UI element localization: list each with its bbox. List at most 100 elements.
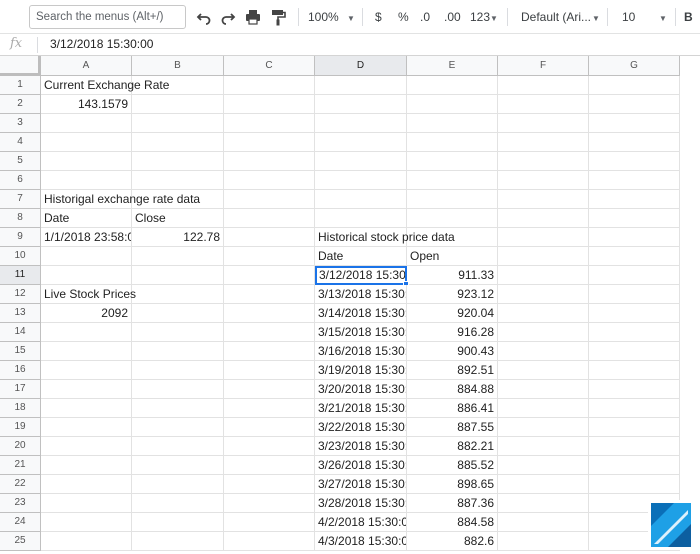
stock-open-cell[interactable]: 900.43	[407, 342, 498, 361]
column-header-a[interactable]: A	[41, 56, 132, 76]
cell-f13[interactable]	[498, 304, 589, 323]
cell-e3[interactable]	[407, 114, 498, 133]
stock-date-cell[interactable]: 3/13/2018 15:30:	[315, 285, 407, 304]
cell-e6[interactable]	[407, 171, 498, 190]
cell-c8[interactable]	[224, 209, 315, 228]
cell-d3[interactable]	[315, 114, 407, 133]
cell-b22[interactable]	[132, 475, 224, 494]
stock-history-title[interactable]: Historical stock price data	[315, 228, 455, 247]
cell-b25[interactable]	[132, 532, 224, 551]
cell-b21[interactable]	[132, 456, 224, 475]
column-header-g[interactable]: G	[589, 56, 680, 76]
row-header-14[interactable]: 14	[0, 323, 41, 342]
cell-g22[interactable]	[589, 475, 680, 494]
cell-g1[interactable]	[589, 76, 680, 95]
stock-date-cell[interactable]: 3/22/2018 15:30:	[315, 418, 407, 437]
row-header-15[interactable]: 15	[0, 342, 41, 361]
cell-a22[interactable]	[41, 475, 132, 494]
cell-c2[interactable]	[224, 95, 315, 114]
cell-c1[interactable]	[224, 76, 315, 95]
cell-a14[interactable]	[41, 323, 132, 342]
row-header-10[interactable]: 10	[0, 247, 41, 266]
cell-g13[interactable]	[589, 304, 680, 323]
cell-f6[interactable]	[498, 171, 589, 190]
cell-b23[interactable]	[132, 494, 224, 513]
font-size-chevron-down-icon[interactable]: ▼	[659, 8, 667, 26]
cell-c13[interactable]	[224, 304, 315, 323]
row-header-16[interactable]: 16	[0, 361, 41, 380]
cell-c15[interactable]	[224, 342, 315, 361]
stock-open-cell[interactable]: 920.04	[407, 304, 498, 323]
cell-c5[interactable]	[224, 152, 315, 171]
cell-f22[interactable]	[498, 475, 589, 494]
cell-c18[interactable]	[224, 399, 315, 418]
cell-f17[interactable]	[498, 380, 589, 399]
cell-g19[interactable]	[589, 418, 680, 437]
cell-b19[interactable]	[132, 418, 224, 437]
cell-c12[interactable]	[224, 285, 315, 304]
stock-date-cell[interactable]: 3/20/2018 15:30:	[315, 380, 407, 399]
stock-open-cell[interactable]: 887.36	[407, 494, 498, 513]
cell-f14[interactable]	[498, 323, 589, 342]
cell-a20[interactable]	[41, 437, 132, 456]
cell-a5[interactable]	[41, 152, 132, 171]
cell-a17[interactable]	[41, 380, 132, 399]
stock-open-cell[interactable]: 892.51	[407, 361, 498, 380]
cell-b6[interactable]	[132, 171, 224, 190]
cell-c10[interactable]	[224, 247, 315, 266]
cell-e7[interactable]	[407, 190, 498, 209]
stock-date-cell[interactable]: 3/15/2018 15:30:	[315, 323, 407, 342]
cell-a16[interactable]	[41, 361, 132, 380]
cell-c23[interactable]	[224, 494, 315, 513]
cell-a15[interactable]	[41, 342, 132, 361]
cell-f8[interactable]	[498, 209, 589, 228]
row-header-5[interactable]: 5	[0, 152, 41, 171]
cell-b16[interactable]	[132, 361, 224, 380]
cell-b20[interactable]	[132, 437, 224, 456]
cell-b11[interactable]	[132, 266, 224, 285]
cell-c3[interactable]	[224, 114, 315, 133]
cell-b10[interactable]	[132, 247, 224, 266]
stock-date-cell[interactable]: 3/16/2018 15:30:	[315, 342, 407, 361]
cell-d7[interactable]	[315, 190, 407, 209]
cell-f10[interactable]	[498, 247, 589, 266]
formula-input[interactable]: 3/12/2018 15:30:00	[50, 37, 153, 51]
row-header-7[interactable]: 7	[0, 190, 41, 209]
cell-f5[interactable]	[498, 152, 589, 171]
cell-c4[interactable]	[224, 133, 315, 152]
bold-button[interactable]: B	[684, 8, 693, 26]
cell-g18[interactable]	[589, 399, 680, 418]
row-header-3[interactable]: 3	[0, 114, 41, 133]
cell-f23[interactable]	[498, 494, 589, 513]
stock-date-cell[interactable]: 3/23/2018 15:30:	[315, 437, 407, 456]
cell-a21[interactable]	[41, 456, 132, 475]
decrease-decimals-button[interactable]: .0	[420, 8, 430, 26]
cell-b18[interactable]	[132, 399, 224, 418]
stock-open-cell[interactable]: 923.12	[407, 285, 498, 304]
stock-open-cell[interactable]: 884.88	[407, 380, 498, 399]
stock-date-cell[interactable]: 4/2/2018 15:30:0	[315, 513, 407, 532]
cell-c25[interactable]	[224, 532, 315, 551]
stock-open-cell[interactable]: 885.52	[407, 456, 498, 475]
cell-f3[interactable]	[498, 114, 589, 133]
cell-a10[interactable]	[41, 247, 132, 266]
percent-format-button[interactable]: %	[398, 8, 409, 26]
cell-f19[interactable]	[498, 418, 589, 437]
cell-g4[interactable]	[589, 133, 680, 152]
stock-open-header[interactable]: Open	[407, 247, 498, 266]
cell-c17[interactable]	[224, 380, 315, 399]
row-header-23[interactable]: 23	[0, 494, 41, 513]
cell-a19[interactable]	[41, 418, 132, 437]
row-header-6[interactable]: 6	[0, 171, 41, 190]
font-chevron-down-icon[interactable]: ▼	[592, 8, 600, 26]
cell-g14[interactable]	[589, 323, 680, 342]
paint-format-icon[interactable]	[270, 8, 286, 26]
cell-b24[interactable]	[132, 513, 224, 532]
cell-f20[interactable]	[498, 437, 589, 456]
cell-area[interactable]: Current Exchange Rate 143.1579 Historigal …	[41, 76, 700, 554]
font-size-select[interactable]: 10	[622, 8, 635, 26]
cell-g3[interactable]	[589, 114, 680, 133]
hist-exchange-close-cell[interactable]: 122.78	[132, 228, 224, 247]
cell-b5[interactable]	[132, 152, 224, 171]
cell-g15[interactable]	[589, 342, 680, 361]
